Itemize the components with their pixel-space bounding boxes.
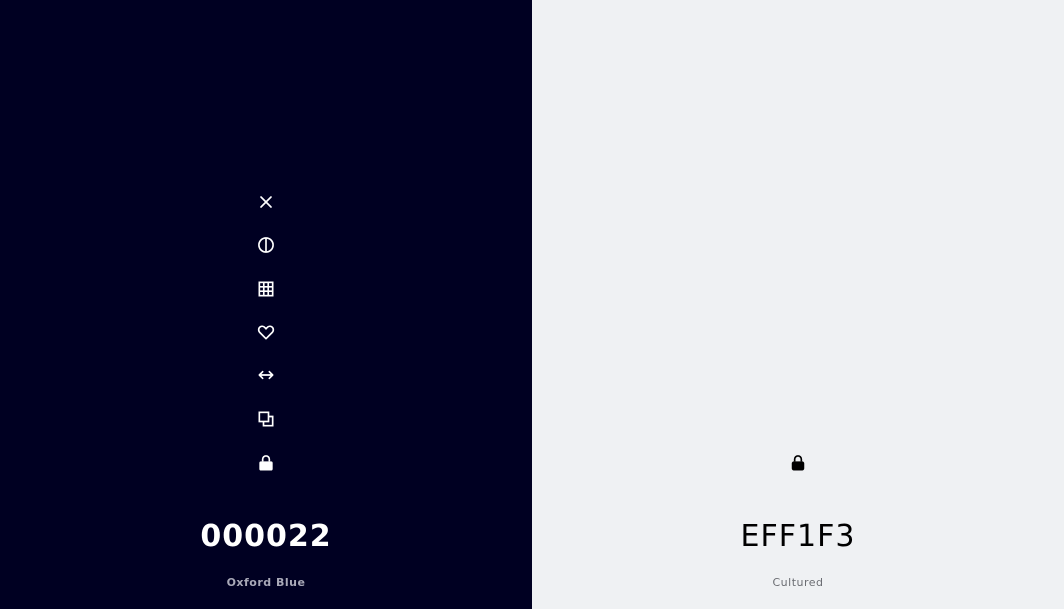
heart-icon[interactable] bbox=[254, 320, 278, 344]
color-name: Oxford Blue bbox=[226, 576, 306, 589]
close-icon[interactable] bbox=[254, 190, 278, 214]
color-panel-cultured[interactable]: EFF1F3 Cultured bbox=[532, 0, 1064, 609]
grid-icon[interactable] bbox=[254, 277, 278, 301]
color-panel-oxford-blue[interactable]: 000022 Oxford Blue bbox=[0, 0, 532, 609]
hex-code[interactable]: 000022 bbox=[0, 518, 532, 556]
lock-icon[interactable] bbox=[786, 451, 810, 475]
palette-view: 000022 Oxford Blue EFF1F3 Cultured bbox=[0, 0, 1064, 609]
copy-icon[interactable] bbox=[254, 407, 278, 431]
contrast-icon[interactable] bbox=[254, 233, 278, 257]
hex-code[interactable]: EFF1F3 bbox=[532, 518, 1064, 556]
lock-icon[interactable] bbox=[254, 451, 278, 475]
color-name: Cultured bbox=[772, 576, 824, 589]
expand-width-icon[interactable] bbox=[254, 363, 278, 387]
